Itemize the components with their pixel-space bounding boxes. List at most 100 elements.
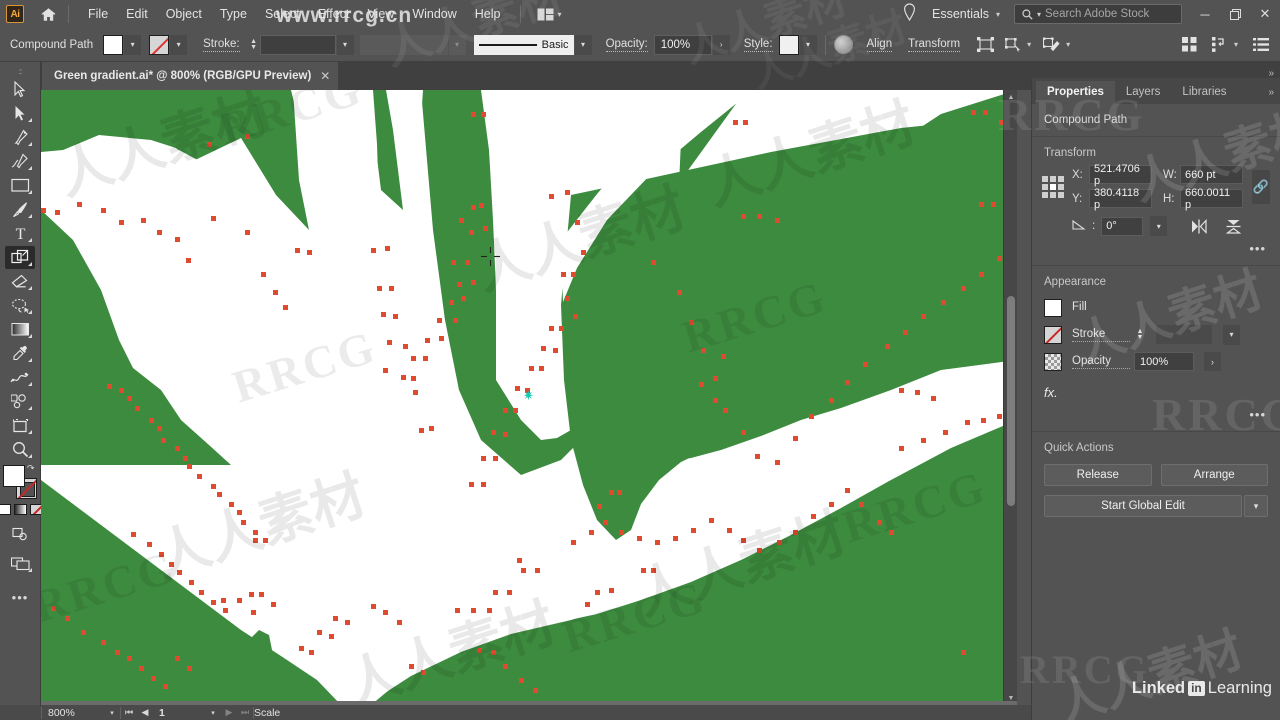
artboard-number-field[interactable]: 1 — [153, 705, 205, 720]
document-canvas[interactable]: ✷ 人人素材 RRCG 人人素材 RRCG 人人素材 RRCG 人人素材 RRC… — [41, 90, 1017, 705]
previous-artboard-button[interactable]: ◀ — [137, 707, 153, 718]
width-field[interactable]: 660 pt — [1180, 165, 1243, 184]
stroke-weight-field[interactable] — [1156, 325, 1212, 344]
document-setup-icon[interactable] — [1179, 34, 1201, 56]
menu-file[interactable]: File — [79, 3, 117, 25]
menu-effect[interactable]: Effect — [309, 3, 359, 25]
last-artboard-button[interactable]: ⏭ — [237, 707, 253, 718]
zoom-tool[interactable] — [5, 438, 35, 461]
blend-tool[interactable] — [5, 366, 35, 389]
home-icon[interactable] — [38, 4, 58, 24]
swap-fill-stroke-icon[interactable]: ↷ — [27, 463, 35, 474]
ref-point-ml[interactable] — [1042, 183, 1048, 190]
stroke-weight-dropdown-icon[interactable]: ▾ — [336, 34, 354, 55]
distribute-spacing-icon[interactable] — [1209, 34, 1231, 56]
transform-more-options[interactable]: ••• — [1032, 236, 1280, 259]
canvas-vertical-scrollbar[interactable]: ▲ ▼ — [1003, 90, 1017, 705]
ref-point-tl[interactable] — [1042, 175, 1048, 182]
start-global-edit-button[interactable]: Start Global Edit — [1044, 495, 1242, 517]
y-position-field[interactable]: 380.4118 p — [1089, 187, 1152, 211]
menu-edit[interactable]: Edit — [117, 3, 157, 25]
arrange-button[interactable]: Arrange — [1160, 464, 1268, 486]
stroke-swatch[interactable] — [149, 34, 170, 55]
constrain-proportions-icon[interactable]: 🔗 — [1252, 169, 1270, 204]
stroke-label[interactable]: Stroke: — [203, 38, 240, 52]
global-edit-options-icon[interactable]: ▾ — [1244, 495, 1268, 517]
type-tool[interactable]: T — [5, 222, 35, 245]
style-label[interactable]: Style: — [743, 38, 773, 52]
opacity-label[interactable]: Opacity: — [605, 38, 648, 52]
opacity-label[interactable]: Opacity — [1072, 355, 1130, 369]
isolate-selected-object-icon[interactable] — [974, 34, 996, 56]
recolor-artwork-icon[interactable] — [833, 35, 853, 54]
first-artboard-button[interactable]: ⏮ — [121, 707, 137, 718]
align-button[interactable]: Align — [866, 38, 893, 52]
menu-help[interactable]: Help — [466, 3, 510, 25]
flip-vertical-icon[interactable] — [1223, 216, 1243, 236]
style-dropdown-icon[interactable]: ▾ — [799, 34, 817, 55]
select-similar-objects-icon[interactable] — [1002, 34, 1024, 56]
panel-overflow-icon[interactable]: » — [1268, 87, 1280, 104]
fill-indicator-white[interactable] — [3, 465, 25, 487]
opacity-expand-icon[interactable]: › — [712, 34, 730, 55]
menu-window[interactable]: Window — [403, 3, 465, 25]
ref-point-mr[interactable] — [1058, 183, 1064, 190]
release-button[interactable]: Release — [1044, 464, 1152, 486]
panel-grip[interactable]: ∶∶ — [19, 66, 23, 78]
transparency-checker-swatch[interactable] — [1044, 352, 1062, 371]
selection-tool[interactable] — [5, 78, 35, 101]
opacity-expand-icon[interactable]: › — [1204, 352, 1221, 371]
gradient-swatch[interactable] — [13, 504, 27, 515]
solid-color-swatch[interactable] — [0, 504, 11, 515]
close-icon[interactable]: ✕ — [320, 70, 330, 82]
opacity-field[interactable]: 100% — [653, 34, 712, 55]
transform-button[interactable]: Transform — [908, 38, 961, 52]
x-position-field[interactable]: 521.4706 p — [1089, 163, 1152, 187]
workspace-label[interactable]: Essentials — [932, 7, 989, 21]
artboard-dropdown-icon[interactable]: ▾ — [205, 709, 221, 717]
fill-swatch[interactable] — [1044, 298, 1062, 317]
tab-libraries[interactable]: Libraries — [1171, 81, 1237, 104]
pen-tool[interactable] — [5, 126, 35, 149]
arrange-documents-icon[interactable]: ▾ — [537, 8, 562, 21]
graphic-style-swatch[interactable] — [778, 34, 799, 55]
ref-point-center[interactable] — [1050, 183, 1056, 190]
location-pin-icon[interactable] — [903, 2, 916, 26]
chevron-down-icon[interactable]: ▾ — [1027, 40, 1031, 49]
stroke-label[interactable]: Stroke — [1072, 328, 1130, 342]
brush-dropdown-icon[interactable]: ▾ — [574, 34, 592, 55]
fill-dropdown-icon[interactable]: ▾ — [124, 34, 142, 55]
stroke-weight-stepper[interactable]: ▲ ▼ — [248, 35, 260, 55]
next-artboard-button[interactable]: ▶ — [221, 707, 237, 718]
menu-object[interactable]: Object — [157, 3, 211, 25]
document-tab[interactable]: Green gradient.ai* @ 800% (RGB/GPU Previ… — [42, 62, 339, 90]
gradient-tool[interactable] — [5, 318, 35, 341]
stroke-weight-dropdown-icon[interactable]: ▾ — [1223, 324, 1240, 345]
draw-normal-icon[interactable] — [5, 523, 35, 546]
scrollbar-thumb[interactable] — [1007, 296, 1015, 506]
fx-button[interactable]: fx. — [1032, 375, 1280, 402]
edit-toolbar-icon[interactable]: ••• — [5, 586, 35, 609]
edit-pattern-icon[interactable] — [1041, 34, 1063, 56]
opacity-field[interactable]: 100% — [1134, 352, 1194, 371]
stroke-dropdown-icon[interactable]: ▾ — [170, 34, 188, 55]
chevron-down-icon[interactable]: ▾ — [1066, 40, 1070, 49]
tab-layers[interactable]: Layers — [1115, 81, 1172, 104]
chevron-down-icon[interactable]: ▾ — [996, 10, 1000, 19]
symbol-sprayer-tool[interactable] — [5, 390, 35, 413]
flip-horizontal-icon[interactable] — [1189, 216, 1209, 236]
scroll-up-arrow-icon[interactable]: ▲ — [1004, 90, 1018, 104]
reference-point-grid[interactable] — [1042, 175, 1064, 198]
curvature-tool[interactable] — [5, 150, 35, 173]
height-field[interactable]: 660.0011 p — [1180, 187, 1243, 211]
fill-swatch[interactable] — [103, 34, 124, 55]
ref-point-tc[interactable] — [1050, 175, 1056, 182]
stroke-swatch[interactable] — [1044, 325, 1062, 344]
close-button[interactable]: ✕ — [1250, 0, 1280, 28]
appearance-more-options[interactable]: ••• — [1032, 402, 1280, 425]
tab-properties[interactable]: Properties — [1036, 81, 1115, 104]
zoom-dropdown-icon[interactable]: ▾ — [104, 709, 120, 717]
paintbrush-tool[interactable] — [5, 198, 35, 221]
zoom-level-field[interactable]: 800% — [42, 705, 104, 720]
direct-selection-tool[interactable] — [5, 102, 35, 125]
